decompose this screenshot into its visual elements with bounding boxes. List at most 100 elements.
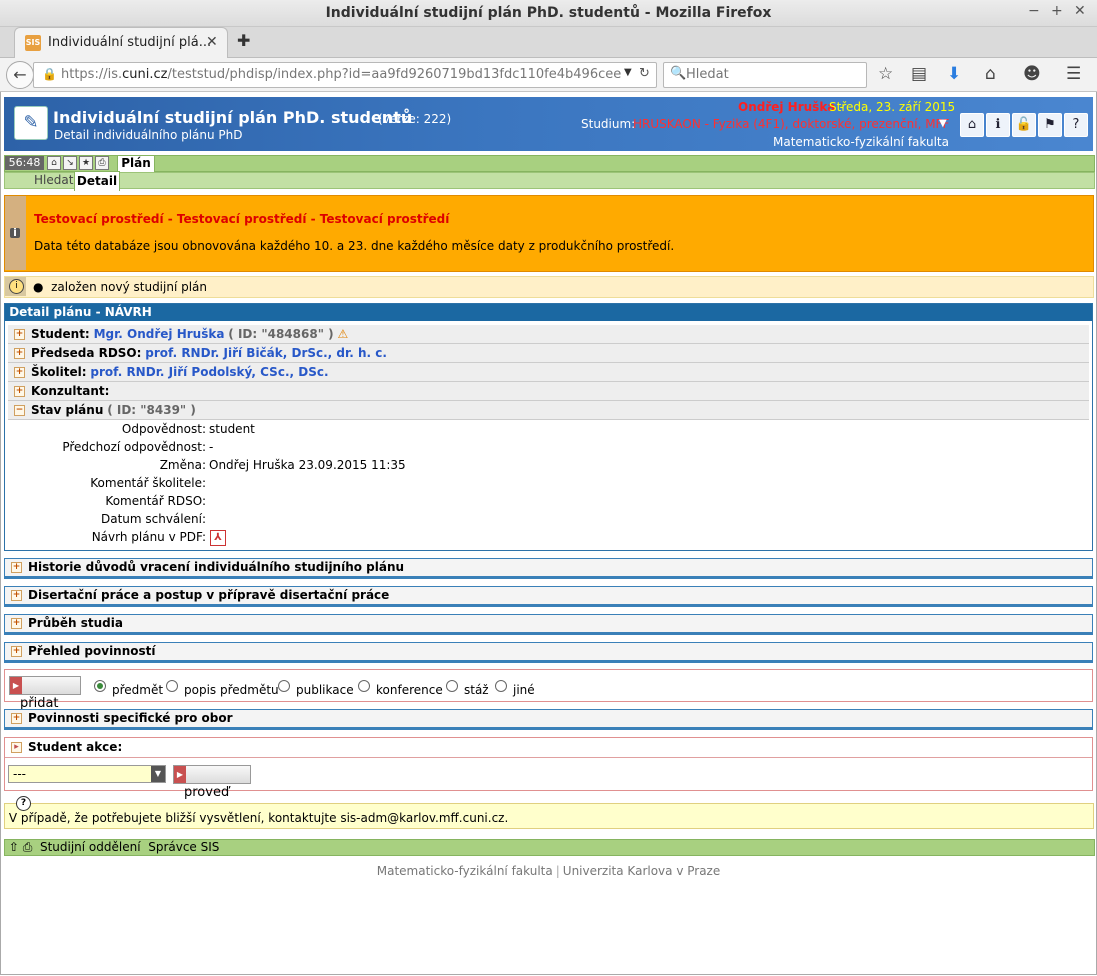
tab-search[interactable]: Hledat [34, 173, 73, 187]
url-text: https://is.cuni.cz/teststud/phdisp/index… [61, 67, 621, 82]
search-icon: 🔍 [670, 66, 687, 81]
menu-icon[interactable]: ☰ [1066, 64, 1081, 84]
print-small-icon[interactable]: ⎙ [95, 156, 109, 170]
chair-link[interactable]: prof. RNDr. Jiří Bičák, DrSc., dr. h. c. [145, 346, 387, 360]
section-duties[interactable]: + Přehled povinností [4, 642, 1093, 663]
expand-plus-icon[interactable]: + [14, 329, 25, 340]
sis-favicon-icon: SIS [25, 35, 41, 51]
star-small-icon[interactable]: ★ [79, 156, 93, 170]
tab-plan[interactable]: Plán [117, 155, 155, 172]
radio-internship[interactable] [446, 680, 458, 692]
faculty-link[interactable]: Matematicko-fyzikální fakulta [377, 864, 553, 878]
home-button-icon[interactable]: ⌂ [960, 113, 984, 137]
language-flag-icon[interactable]: ⚑ [1038, 113, 1062, 137]
module-toolbar [4, 155, 1095, 172]
supervisor-link[interactable]: prof. RNDr. Jiří Podolský, CSc., DSc. [90, 365, 328, 379]
study-department-link[interactable]: Studijní oddělení [40, 840, 141, 854]
new-tab-icon[interactable]: ✚ [237, 31, 250, 50]
student-row[interactable]: + Student: Mgr. Ondřej Hruška ( ID: "4848… [8, 325, 1089, 344]
radio-label: jiné [513, 683, 535, 697]
page-title: Individuální studijní plán PhD. studentů [53, 108, 413, 127]
radio-subject[interactable] [94, 680, 106, 692]
close-window-icon[interactable]: ✕ [1074, 3, 1086, 19]
help-box: V případě, že potřebujete bližší vysvětl… [4, 803, 1094, 829]
warning-triangle-icon: ⚠ [337, 327, 349, 341]
help-question-icon: ? [16, 796, 31, 811]
radio-label: předmět [112, 683, 164, 697]
history-dropdown-icon[interactable]: ▼ [624, 67, 632, 78]
expand-plus-icon[interactable]: + [11, 618, 22, 629]
field-value: - [209, 440, 214, 454]
radio-other[interactable] [495, 680, 507, 692]
university-link[interactable]: Univerzita Karlova v Praze [563, 864, 720, 878]
section-thesis[interactable]: + Disertační práce a postup v přípravě di… [4, 586, 1093, 607]
smiley-icon[interactable]: ☻ [1023, 64, 1041, 84]
up-arrow-icon[interactable]: ⇧ [9, 840, 19, 854]
home-icon[interactable]: ⌂ [985, 64, 996, 84]
radio-conference[interactable] [358, 680, 370, 692]
sis-logo-icon[interactable]: ✎ [14, 106, 48, 140]
warning-text: Data této databáze jsou obnovována každé… [34, 239, 675, 253]
arrow-small-icon[interactable]: ↘ [63, 156, 77, 170]
back-arrow-icon[interactable]: ← [6, 61, 34, 89]
test-environment-warning [4, 195, 1094, 272]
expand-plus-icon[interactable]: + [14, 367, 25, 378]
info-button-icon[interactable]: ℹ [986, 113, 1010, 137]
section-progress[interactable]: + Průběh studia [4, 614, 1093, 635]
radio-publication[interactable] [278, 680, 290, 692]
download-icon[interactable]: ⬇ [947, 64, 961, 84]
consultant-row[interactable]: + Konzultant: [8, 382, 1089, 401]
print-icon[interactable]: ⎙ [23, 840, 33, 854]
pdf-icon[interactable]: ⅄ [210, 530, 226, 546]
info-icon: i [9, 279, 24, 294]
supervisor-row[interactable]: + Školitel: prof. RNDr. Jiří Podolský, CS… [8, 363, 1089, 382]
faculty-name: Matematicko-fyzikální fakulta [773, 135, 949, 149]
window-title: Individuální studijní plán PhD. studentů… [0, 0, 1097, 27]
field-label: Návrh plánu v PDF: [91, 530, 206, 544]
expand-plus-icon[interactable]: + [14, 348, 25, 359]
bookmark-star-icon[interactable]: ☆ [878, 64, 893, 84]
collapse-minus-icon[interactable]: − [14, 405, 25, 416]
tab-detail[interactable]: Detail [74, 171, 120, 191]
student-action-select[interactable]: --- ▼ [8, 765, 166, 783]
expand-plus-icon[interactable]: + [11, 562, 22, 573]
radio-subject-description[interactable] [166, 680, 178, 692]
student-actions-header: ▸ Student akce: [5, 738, 1092, 758]
radio-label: stáž [464, 683, 489, 697]
help-button-icon[interactable]: ? [1064, 113, 1088, 137]
expand-plus-icon[interactable]: + [14, 386, 25, 397]
page-footer: Matematicko-fyzikální fakulta | Univerzita… [376, 864, 721, 878]
section-history[interactable]: + Historie důvodů vracení individuálního … [4, 558, 1093, 579]
perform-button[interactable]: ▶proveď [173, 765, 251, 800]
chevron-down-icon: ▼ [151, 766, 165, 782]
close-tab-icon[interactable]: ✕ [206, 34, 218, 50]
minimize-icon[interactable]: − [1028, 3, 1040, 19]
field-value: student [209, 422, 255, 436]
field-label: Komentář RDSO: [105, 494, 206, 508]
expand-plus-icon[interactable]: + [11, 646, 22, 657]
maximize-icon[interactable]: + [1051, 3, 1063, 19]
reload-icon[interactable]: ↻ [639, 66, 650, 81]
search-input[interactable] [686, 66, 856, 82]
plan-detail-header: Detail plánu - NÁVRH [5, 304, 1092, 321]
student-link[interactable]: Mgr. Ondřej Hruška [94, 327, 225, 341]
section-field-duties[interactable]: + Povinnosti specifické pro obor [4, 709, 1093, 730]
reading-list-icon[interactable]: ▤ [911, 64, 927, 84]
chair-row[interactable]: + Předseda RDSO: prof. RNDr. Jiří Bičák, … [8, 344, 1089, 363]
search-bar[interactable]: 🔍 [663, 62, 867, 88]
logout-lock-icon[interactable]: 🔓 [1012, 113, 1036, 137]
sis-admin-link[interactable]: Správce SIS [148, 840, 219, 854]
expand-plus-icon[interactable]: + [11, 713, 22, 724]
radio-label: publikace [296, 683, 354, 697]
tab-title: Individuální studijní plá... [48, 35, 212, 50]
study-select[interactable]: HRUSKAON - Fyzika (4F1), doktorské, prez… [633, 117, 949, 131]
address-bar[interactable]: 🔒 https://is.cuni.cz/teststud/phdisp/ind… [33, 62, 657, 88]
study-dropdown-icon[interactable]: ▼ [939, 118, 947, 129]
student-id: ( ID: "484868" ) [228, 327, 334, 341]
home-small-icon[interactable]: ⌂ [47, 156, 61, 170]
browser-tab[interactable]: SIS Individuální studijní plá... ✕ [14, 27, 228, 59]
lock-icon: 🔒 [42, 67, 57, 81]
plan-state-row[interactable]: − Stav plánu ( ID: "8439" ) [8, 401, 1089, 420]
add-button[interactable]: ▶přidat [9, 676, 81, 711]
expand-plus-icon[interactable]: + [11, 590, 22, 601]
